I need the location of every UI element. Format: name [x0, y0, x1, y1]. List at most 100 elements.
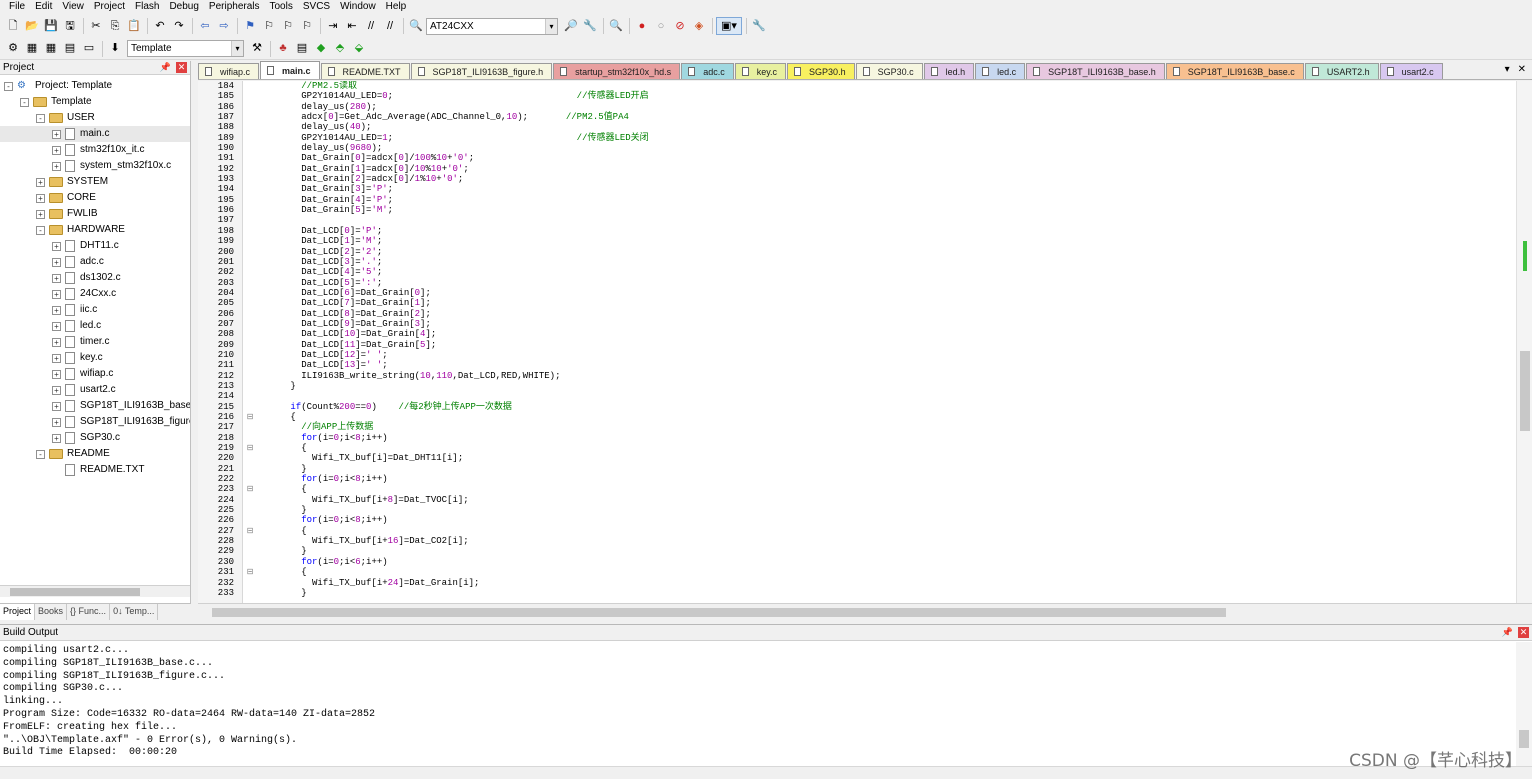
scrollbar-thumb[interactable]: [212, 608, 1226, 617]
build-target-select[interactable]: Template ▾: [127, 40, 244, 57]
save-icon[interactable]: 💾: [42, 17, 60, 35]
file-tab[interactable]: startup_stm32f10x_hd.s: [553, 63, 681, 79]
indent-icon[interactable]: ⇥: [324, 17, 342, 35]
panel-tab[interactable]: Books: [35, 604, 68, 620]
code-line[interactable]: {: [258, 412, 1508, 422]
expand-icon[interactable]: +: [52, 273, 61, 283]
close-tab-icon[interactable]: ✕: [1518, 64, 1526, 75]
expand-icon[interactable]: +: [36, 193, 45, 203]
menu-item[interactable]: View: [57, 0, 89, 14]
code-line[interactable]: for(i=0;i<8;i++): [258, 433, 1508, 443]
tree-node[interactable]: + DHT11.c: [0, 238, 190, 254]
expand-icon[interactable]: +: [52, 129, 61, 139]
pin-icon[interactable]: 📌: [160, 62, 171, 73]
fold-marker[interactable]: ⊟: [244, 526, 256, 536]
file-tab[interactable]: led.h: [923, 63, 975, 79]
breakpoint-icon[interactable]: ●: [633, 17, 651, 35]
tree-node[interactable]: + key.c: [0, 350, 190, 366]
code-line[interactable]: Dat_LCD[1]='M';: [258, 236, 1508, 246]
code-line[interactable]: Dat_LCD[10]=Dat_Grain[4];: [258, 329, 1508, 339]
code-line[interactable]: Dat_LCD[0]='P';: [258, 226, 1508, 236]
paste-icon[interactable]: 📋: [125, 17, 143, 35]
next-bookmark-icon[interactable]: ⚐: [279, 17, 297, 35]
project-horizontal-scrollbar[interactable]: [0, 585, 190, 597]
file-tab[interactable]: SGP30.c: [855, 63, 923, 79]
tree-node[interactable]: + SGP18T_ILI9163B_base.c: [0, 398, 190, 414]
code-line[interactable]: Dat_LCD[11]=Dat_Grain[5];: [258, 340, 1508, 350]
expand-icon[interactable]: +: [52, 401, 61, 411]
nav-back-icon[interactable]: ⇦: [196, 17, 214, 35]
chevron-down-icon[interactable]: ▾: [231, 41, 243, 56]
tree-node[interactable]: + main.c: [0, 126, 190, 142]
clear-bookmarks-icon[interactable]: ⚐: [298, 17, 316, 35]
fold-marker[interactable]: ⊟: [244, 567, 256, 577]
cut-icon[interactable]: ✂: [87, 17, 105, 35]
code-line[interactable]: for(i=0;i<6;i++): [258, 557, 1508, 567]
code-line[interactable]: Wifi_TX_buf[i]=Dat_DHT11[i];: [258, 453, 1508, 463]
editor-vertical-scrollbar[interactable]: [1516, 81, 1532, 603]
code-line[interactable]: }: [258, 588, 1508, 598]
code-line[interactable]: Wifi_TX_buf[i+8]=Dat_TVOC[i];: [258, 495, 1508, 505]
code-line[interactable]: Dat_Grain[3]='P';: [258, 184, 1508, 194]
fold-marker[interactable]: ⊟: [244, 443, 256, 453]
tree-node[interactable]: + stm32f10x_it.c: [0, 142, 190, 158]
file-tab[interactable]: SGP18T_ILI9163B_base.h: [1026, 63, 1165, 79]
menu-item[interactable]: Debug: [164, 0, 203, 14]
menu-item[interactable]: Tools: [265, 0, 298, 14]
collapse-icon[interactable]: -: [36, 113, 45, 123]
code-line[interactable]: Dat_LCD[6]=Dat_Grain[0];: [258, 288, 1508, 298]
menu-item[interactable]: Peripherals: [204, 0, 265, 14]
build-icon[interactable]: ▦: [23, 40, 41, 58]
code-line[interactable]: Wifi_TX_buf[i+24]=Dat_Grain[i];: [258, 578, 1508, 588]
fold-marker[interactable]: ⊟: [244, 412, 256, 422]
tree-node[interactable]: - Template: [0, 94, 190, 110]
code-line[interactable]: GP2Y1014AU_LED=1; //传感器LED关闭: [258, 133, 1508, 143]
expand-icon[interactable]: +: [52, 353, 61, 363]
expand-icon[interactable]: +: [52, 289, 61, 299]
copy-icon[interactable]: ⎘: [106, 17, 124, 35]
code-line[interactable]: }: [258, 505, 1508, 515]
collapse-icon[interactable]: -: [36, 225, 45, 235]
panel-tab[interactable]: 0↓ Temp...: [110, 604, 159, 620]
expand-icon[interactable]: +: [52, 321, 61, 331]
stop-build-icon[interactable]: ▭: [80, 40, 98, 58]
code-line[interactable]: for(i=0;i<8;i++): [258, 474, 1508, 484]
file-tab[interactable]: SGP18T_ILI9163B_base.c: [1165, 63, 1304, 79]
prev-bookmark-icon[interactable]: ⚐: [260, 17, 278, 35]
tree-node[interactable]: README.TXT: [0, 462, 190, 478]
runtime-env-icon[interactable]: ⬙: [350, 40, 368, 58]
save-all-icon[interactable]: 🖫: [61, 17, 79, 35]
file-extensions-icon[interactable]: ▤: [293, 40, 311, 58]
code-line[interactable]: Dat_Grain[4]='P';: [258, 195, 1508, 205]
scrollbar-thumb[interactable]: [10, 588, 140, 596]
code-line[interactable]: Dat_Grain[2]=adcx[0]/1%10+'0';: [258, 174, 1508, 184]
tree-node[interactable]: + usart2.c: [0, 382, 190, 398]
tree-node[interactable]: + SYSTEM: [0, 174, 190, 190]
disable-all-breakpoints-icon[interactable]: ⊘: [671, 17, 689, 35]
code-line[interactable]: Wifi_TX_buf[i+16]=Dat_CO2[i];: [258, 536, 1508, 546]
pack-installer-icon[interactable]: ⬘: [331, 40, 349, 58]
code-line[interactable]: Dat_LCD[12]=' ';: [258, 350, 1508, 360]
find-in-files-icon[interactable]: 🔍: [407, 17, 425, 35]
file-tab[interactable]: led.c: [975, 63, 1026, 79]
fold-marker[interactable]: ⊟: [244, 484, 256, 494]
tree-node[interactable]: + timer.c: [0, 334, 190, 350]
file-tab[interactable]: adc.c: [681, 63, 734, 79]
file-tab[interactable]: wifiap.c: [198, 63, 260, 79]
menu-item[interactable]: Window: [335, 0, 381, 14]
expand-icon[interactable]: +: [52, 417, 61, 427]
expand-icon[interactable]: +: [52, 305, 61, 315]
close-icon[interactable]: ✕: [176, 62, 187, 73]
nav-forward-icon[interactable]: ⇨: [215, 17, 233, 35]
collapse-icon[interactable]: -: [20, 97, 29, 107]
tree-node[interactable]: - HARDWARE: [0, 222, 190, 238]
code-line[interactable]: {: [258, 526, 1508, 536]
file-tab[interactable]: usart2.c: [1379, 63, 1443, 79]
file-tab[interactable]: SGP30.h: [787, 63, 855, 79]
build-output-horizontal-scrollbar[interactable]: [0, 766, 1532, 779]
menu-item[interactable]: Help: [381, 0, 412, 14]
code-line[interactable]: [258, 391, 1508, 401]
code-line[interactable]: Dat_LCD[7]=Dat_Grain[1];: [258, 298, 1508, 308]
tree-node[interactable]: + adc.c: [0, 254, 190, 270]
code-line[interactable]: Dat_LCD[4]='5';: [258, 267, 1508, 277]
